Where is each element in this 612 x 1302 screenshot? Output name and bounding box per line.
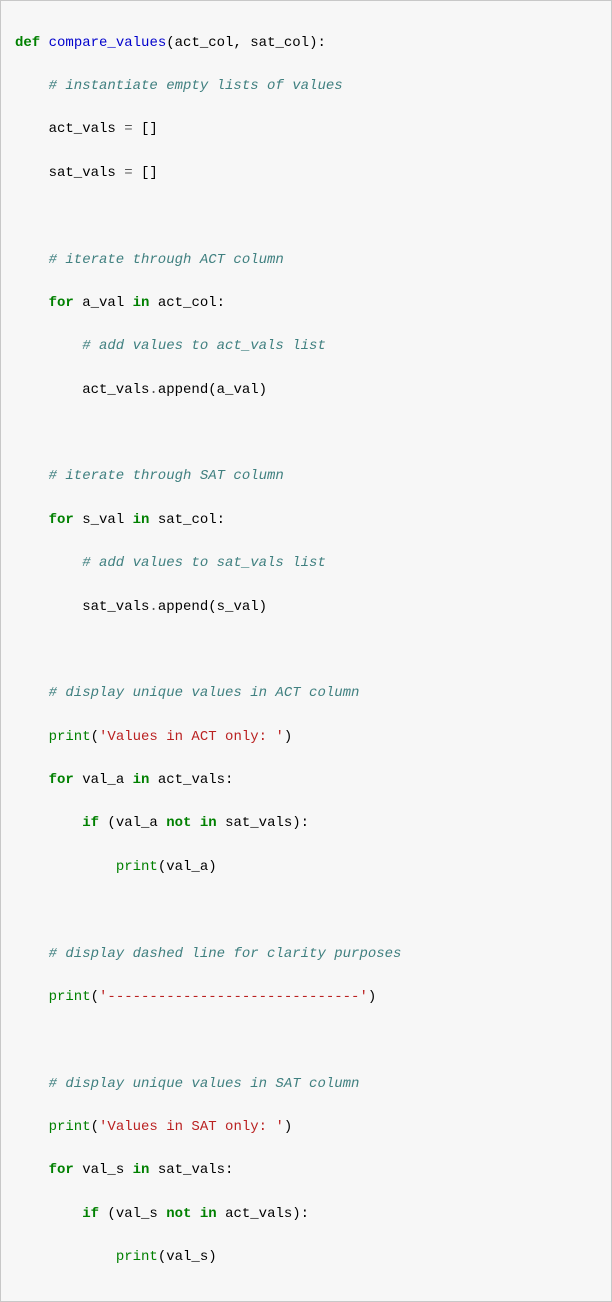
blank-line xyxy=(15,206,597,228)
keyword-in: in xyxy=(133,1162,150,1178)
paren: ( xyxy=(91,1119,99,1135)
code-line: if (val_a not in sat_vals): xyxy=(15,813,597,835)
code-line: act_vals = [] xyxy=(15,119,597,141)
code-line: act_vals.append(a_val) xyxy=(15,380,597,402)
comment: # display unique values in ACT column xyxy=(49,685,360,701)
expr: (val_s xyxy=(99,1206,166,1222)
blank-line xyxy=(15,1030,597,1052)
params: (act_col, sat_col): xyxy=(166,35,326,51)
blank-line xyxy=(15,900,597,922)
dot: . xyxy=(149,382,157,398)
keyword-in: in xyxy=(133,295,150,311)
paren: ) xyxy=(368,989,376,1005)
function-name: compare_values xyxy=(49,35,167,51)
string-literal: 'Values in ACT only: ' xyxy=(99,729,284,745)
paren: ( xyxy=(91,989,99,1005)
identifier: sat_col: xyxy=(149,512,225,528)
blank-line xyxy=(15,423,597,445)
keyword-if: if xyxy=(82,815,99,831)
keyword-for: for xyxy=(49,512,74,528)
code-line: for a_val in act_col: xyxy=(15,293,597,315)
comment: # display dashed line for clarity purpos… xyxy=(49,946,402,962)
call: (val_a) xyxy=(158,859,217,875)
code-line: print('Values in SAT only: ') xyxy=(15,1117,597,1139)
operator: = xyxy=(124,165,132,181)
code-line: sat_vals = [] xyxy=(15,163,597,185)
identifier: act_vals xyxy=(82,382,149,398)
paren: ) xyxy=(284,1119,292,1135)
code-line: print('------------------------------') xyxy=(15,987,597,1009)
code-line: print(val_s) xyxy=(15,1247,597,1269)
space xyxy=(191,815,199,831)
expr: (val_a xyxy=(99,815,166,831)
expr: act_vals): xyxy=(217,1206,309,1222)
space xyxy=(40,35,48,51)
code-line: # instantiate empty lists of values xyxy=(15,76,597,98)
keyword-for: for xyxy=(49,772,74,788)
identifier: act_vals: xyxy=(149,772,233,788)
identifier: s_val xyxy=(74,512,133,528)
keyword-not: not xyxy=(166,1206,191,1222)
builtin-print: print xyxy=(116,1249,158,1265)
keyword-def: def xyxy=(15,35,40,51)
identifier: act_vals xyxy=(49,121,125,137)
blank-line xyxy=(15,640,597,662)
code-line: # display dashed line for clarity purpos… xyxy=(15,944,597,966)
expr: sat_vals): xyxy=(217,815,309,831)
string-literal: 'Values in SAT only: ' xyxy=(99,1119,284,1135)
identifier: sat_vals xyxy=(82,599,149,615)
identifier: a_val xyxy=(74,295,133,311)
comment: # iterate through ACT column xyxy=(49,252,284,268)
comment: # display unique values in SAT column xyxy=(49,1076,360,1092)
code-line: # add values to act_vals list xyxy=(15,336,597,358)
identifier: sat_vals: xyxy=(149,1162,233,1178)
keyword-in: in xyxy=(133,772,150,788)
code-line: # add values to sat_vals list xyxy=(15,553,597,575)
literal: [] xyxy=(133,165,158,181)
builtin-print: print xyxy=(116,859,158,875)
code-line: print(val_a) xyxy=(15,857,597,879)
comment: # add values to act_vals list xyxy=(82,338,326,354)
keyword-in: in xyxy=(133,512,150,528)
identifier: val_s xyxy=(74,1162,133,1178)
keyword-for: for xyxy=(49,1162,74,1178)
code-line: if (val_s not in act_vals): xyxy=(15,1204,597,1226)
code-line: # display unique values in ACT column xyxy=(15,683,597,705)
keyword-if: if xyxy=(82,1206,99,1222)
call: append(s_val) xyxy=(158,599,267,615)
code-line: for val_a in act_vals: xyxy=(15,770,597,792)
identifier: act_col: xyxy=(149,295,225,311)
code-block: def compare_values(act_col, sat_col): # … xyxy=(0,0,612,1302)
builtin-print: print xyxy=(49,729,91,745)
code-line: # iterate through SAT column xyxy=(15,466,597,488)
paren: ( xyxy=(91,729,99,745)
string-literal: '------------------------------' xyxy=(99,989,368,1005)
code-line: for val_s in sat_vals: xyxy=(15,1160,597,1182)
code-line: # iterate through ACT column xyxy=(15,250,597,272)
literal: [] xyxy=(133,121,158,137)
code-line: # display unique values in SAT column xyxy=(15,1074,597,1096)
keyword-in: in xyxy=(200,1206,217,1222)
space xyxy=(191,1206,199,1222)
builtin-print: print xyxy=(49,1119,91,1135)
dot: . xyxy=(149,599,157,615)
code-line: sat_vals.append(s_val) xyxy=(15,597,597,619)
keyword-for: for xyxy=(49,295,74,311)
call: append(a_val) xyxy=(158,382,267,398)
paren: ) xyxy=(284,729,292,745)
builtin-print: print xyxy=(49,989,91,1005)
call: (val_s) xyxy=(158,1249,217,1265)
code-line: for s_val in sat_col: xyxy=(15,510,597,532)
code-line: def compare_values(act_col, sat_col): xyxy=(15,33,597,55)
comment: # iterate through SAT column xyxy=(49,468,284,484)
comment: # add values to sat_vals list xyxy=(82,555,326,571)
keyword-not: not xyxy=(166,815,191,831)
operator: = xyxy=(124,121,132,137)
code-line: print('Values in ACT only: ') xyxy=(15,727,597,749)
identifier: val_a xyxy=(74,772,133,788)
comment: # instantiate empty lists of values xyxy=(49,78,343,94)
identifier: sat_vals xyxy=(49,165,125,181)
keyword-in: in xyxy=(200,815,217,831)
